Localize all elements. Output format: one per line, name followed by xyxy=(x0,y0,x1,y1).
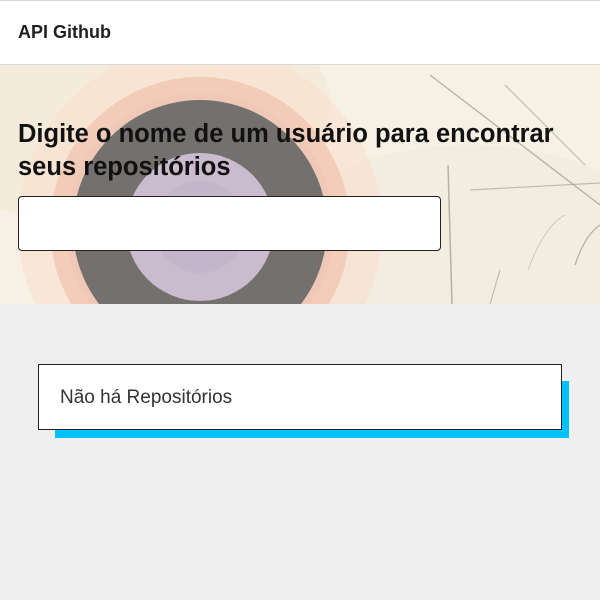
app-title: API Github xyxy=(18,22,111,42)
search-heading: Digite o nome de um usuário para encontr… xyxy=(18,120,554,181)
empty-repos-message: Não há Repositórios xyxy=(60,387,233,408)
username-search-input[interactable] xyxy=(18,196,441,251)
top-navbar: API Github xyxy=(0,0,600,65)
hero-section: Digite o nome de um usuário para encontr… xyxy=(0,65,600,304)
repository-list-empty-card: Não há Repositórios xyxy=(38,364,562,430)
hero-overlay xyxy=(0,65,600,304)
